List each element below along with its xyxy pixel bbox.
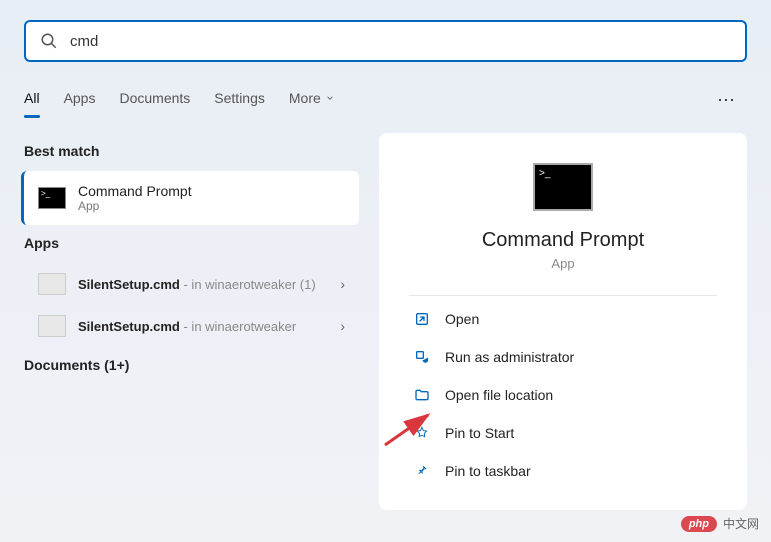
results-column: Best match Command Prompt App Apps Silen… [24,133,359,510]
shield-icon [413,348,431,366]
action-open-location[interactable]: Open file location [409,376,717,414]
result-name: SilentSetup.cmd [78,319,180,334]
tab-documents[interactable]: Documents [119,82,190,114]
details-title: Command Prompt [482,229,644,252]
command-prompt-icon [38,187,66,209]
watermark-text: 中文网 [723,515,759,532]
divider [409,295,717,296]
action-label: Open file location [445,387,553,403]
search-icon [40,32,58,50]
result-location: - in winaerotweaker [183,319,296,334]
file-icon [38,315,66,337]
filter-tabs: All Apps Documents Settings More ⋯ [24,82,747,115]
result-subtitle: App [78,199,192,213]
section-best-match: Best match [24,143,359,159]
action-run-admin[interactable]: Run as administrator [409,338,717,376]
watermark-brand: php [681,516,717,532]
section-apps: Apps [24,235,359,251]
search-bar[interactable] [24,20,747,62]
open-icon [413,310,431,328]
action-label: Run as administrator [445,349,574,365]
action-open[interactable]: Open [409,300,717,338]
app-result[interactable]: SilentSetup.cmd - in winaerotweaker (1) … [24,263,359,305]
chevron-down-icon [325,90,335,106]
result-location: - in winaerotweaker (1) [183,277,315,292]
section-documents: Documents (1+) [24,357,359,373]
chevron-right-icon: › [340,318,345,334]
overflow-menu-icon[interactable]: ⋯ [717,90,737,111]
action-pin-start[interactable]: Pin to Start [409,414,717,452]
tab-all[interactable]: All [24,82,40,114]
folder-icon [413,386,431,404]
action-label: Pin to taskbar [445,463,531,479]
tab-apps[interactable]: Apps [64,82,96,114]
action-label: Pin to Start [445,425,514,441]
action-pin-taskbar[interactable]: Pin to taskbar [409,452,717,490]
watermark: php 中文网 [681,515,759,532]
pin-icon [413,424,431,442]
result-title: Command Prompt [78,183,192,199]
action-label: Open [445,311,479,327]
tab-more[interactable]: More [289,82,335,114]
app-result[interactable]: SilentSetup.cmd - in winaerotweaker › [24,305,359,347]
command-prompt-icon [533,163,593,211]
best-match-result[interactable]: Command Prompt App [21,171,359,225]
pin-icon [413,462,431,480]
result-name: SilentSetup.cmd [78,277,180,292]
tab-settings[interactable]: Settings [214,82,265,114]
tab-more-label: More [289,90,321,106]
chevron-right-icon: › [340,276,345,292]
details-panel: Command Prompt App Open Run as administr… [379,133,747,510]
details-subtitle: App [551,256,574,271]
file-icon [38,273,66,295]
search-input[interactable] [70,33,731,50]
